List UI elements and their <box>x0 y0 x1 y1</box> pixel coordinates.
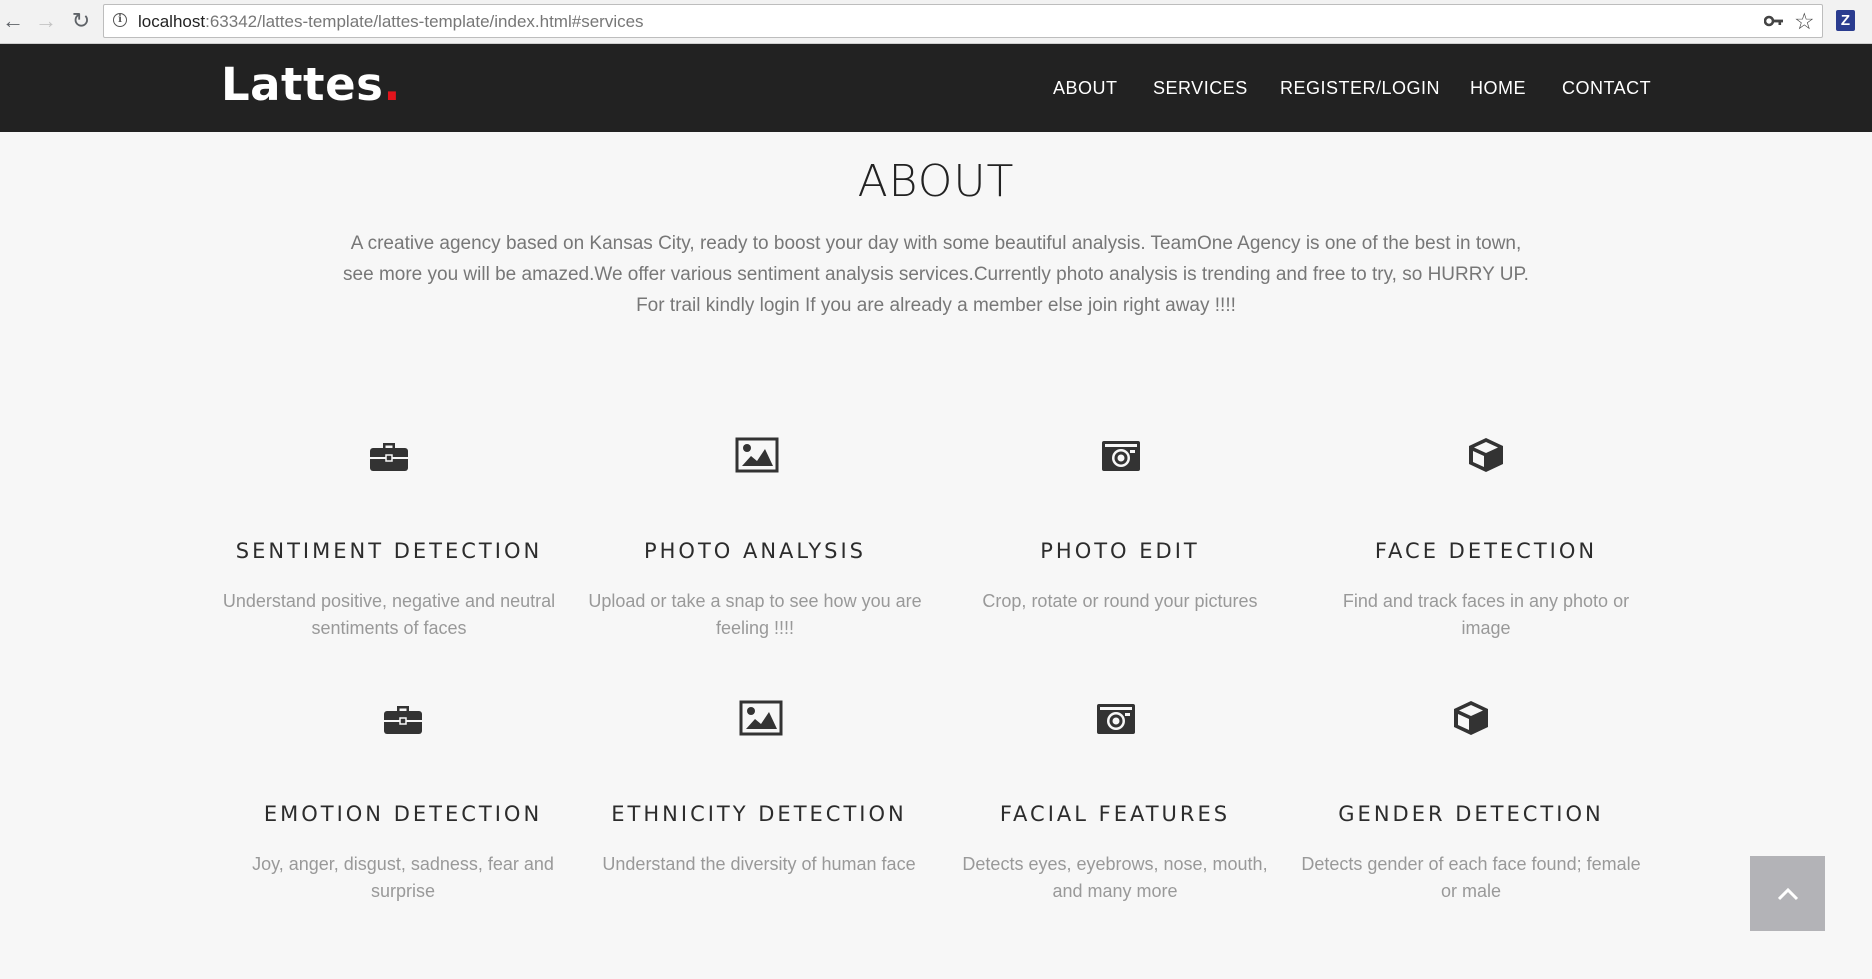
browser-toolbar: ← → ↻ i localhost:63342/lattes-template/… <box>0 0 1872 44</box>
service-title: EMOTION DETECTION <box>263 802 543 826</box>
url-text: localhost:63342/lattes-template/lattes-t… <box>138 12 644 31</box>
key-icon[interactable] <box>1763 14 1784 33</box>
address-bar[interactable]: i localhost:63342/lattes-template/lattes… <box>103 4 1823 38</box>
site-logo[interactable]: Lattes. <box>221 62 401 107</box>
arrow-right-icon: → <box>35 8 57 33</box>
cube-icon <box>1451 698 1491 738</box>
image-icon <box>735 435 779 475</box>
service-title: FACIAL FEATURES <box>999 802 1231 826</box>
service-description: Detects gender of each face found; femal… <box>1301 854 1641 901</box>
service-description: Joy, anger, disgust, sadness, fear and s… <box>252 854 554 901</box>
nav-link-about[interactable]: ABOUT <box>1053 78 1118 99</box>
nav-link-services[interactable]: SERVICES <box>1153 78 1248 99</box>
about-heading: ABOUT <box>857 156 1015 207</box>
service-description: Detects eyes, eyebrows, nose, mouth, and… <box>962 854 1268 901</box>
chevron-up-icon <box>1777 887 1798 900</box>
reload-icon: ↻ <box>71 8 91 33</box>
service-title: SENTIMENT DETECTION <box>235 539 543 563</box>
info-icon[interactable]: i <box>113 13 127 27</box>
camera-icon <box>1100 435 1140 475</box>
about-description: A creative agency based on Kansas City, … <box>343 233 1529 316</box>
service-description: Upload or take a snap to see how you are… <box>588 591 922 638</box>
briefcase-icon <box>383 698 423 738</box>
arrow-left-icon: ← <box>2 8 24 33</box>
back-button[interactable]: ← <box>0 8 26 34</box>
reload-button[interactable]: ↻ <box>68 8 94 34</box>
back-to-top-button[interactable] <box>1750 856 1825 931</box>
camera-icon <box>1095 698 1135 738</box>
service-title: PHOTO EDIT <box>1040 539 1200 563</box>
service-title: ETHNICITY DETECTION <box>611 802 907 826</box>
nav-link-contact[interactable]: CONTACT <box>1562 78 1651 99</box>
service-title: GENDER DETECTION <box>1338 802 1604 826</box>
service-description: Understand the diversity of human face <box>602 854 916 874</box>
site-navbar: Lattes. ABOUT SERVICES REGISTER/LOGIN HO… <box>0 44 1872 132</box>
briefcase-icon <box>369 435 409 475</box>
nav-link-home[interactable]: HOME <box>1470 78 1526 99</box>
forward-button[interactable]: → <box>33 8 59 34</box>
service-title: FACE DETECTION <box>1374 539 1598 563</box>
bookmark-star-icon[interactable]: ☆ <box>1794 8 1815 35</box>
service-description: Find and track faces in any photo or ima… <box>1342 591 1630 638</box>
image-icon <box>739 698 783 738</box>
service-description: Understand positive, negative and neutra… <box>222 591 556 638</box>
nav-link-register-login[interactable]: REGISTER/LOGIN <box>1280 78 1440 99</box>
cube-icon <box>1466 435 1506 475</box>
extension-icon[interactable]: Z <box>1836 10 1855 31</box>
service-title: PHOTO ANALYSIS <box>643 539 867 563</box>
service-description: Crop, rotate or round your pictures <box>982 591 1258 611</box>
